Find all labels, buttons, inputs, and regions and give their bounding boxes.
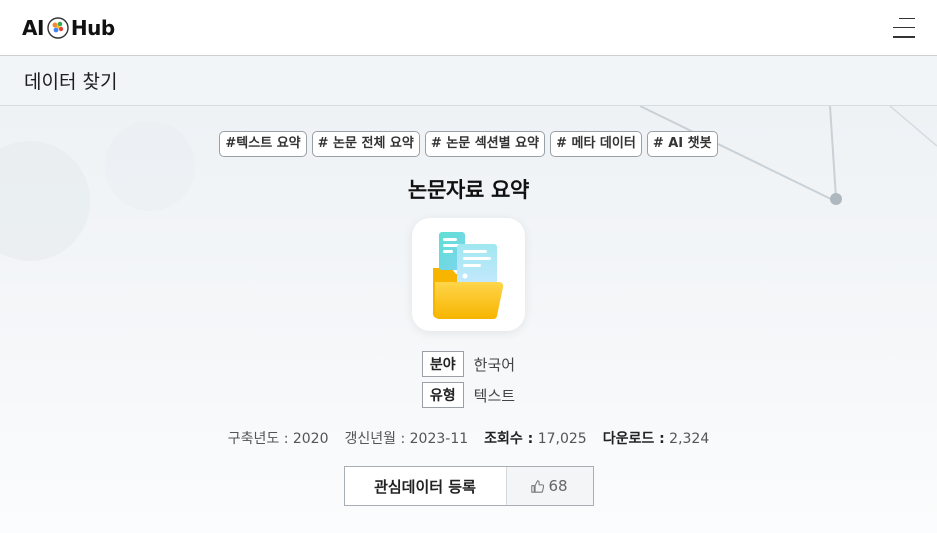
tag-list: #텍스트 요약 # 논문 전체 요약 # 논문 섹션별 요약 # 메타 데이터 … — [219, 131, 718, 157]
field-badge: 분야 — [421, 351, 464, 377]
logo-text-ai: AI — [22, 15, 44, 40]
type-value: 텍스트 — [473, 386, 516, 405]
dataset-detail: #텍스트 요약 # 논문 전체 요약 # 논문 섹션별 요약 # 메타 데이터 … — [0, 106, 937, 506]
dataset-icon-card — [412, 218, 525, 331]
tag-text-summary[interactable]: #텍스트 요약 — [219, 131, 307, 157]
views-stat: 조회수 : 17,025 — [484, 431, 587, 447]
hamburger-menu-icon[interactable] — [891, 17, 915, 38]
page-subheader: 데이터 찾기 — [0, 56, 937, 106]
type-badge: 유형 — [421, 382, 464, 408]
like-button[interactable]: 68 — [506, 467, 593, 505]
like-count: 68 — [548, 477, 568, 495]
register-favorite-button[interactable]: 관심데이터 등록 — [344, 467, 507, 505]
favorite-actions: 관심데이터 등록 68 — [343, 466, 594, 506]
dataset-stats: 구축년도 : 2020 갱신년월 : 2023-11 조회수 : 17,025 … — [228, 428, 710, 448]
type-row: 유형 텍스트 — [421, 382, 516, 408]
downloads-stat: 다운로드 : 2,324 — [602, 431, 710, 447]
tag-ai-chatbot[interactable]: # AI 챗봇 — [646, 131, 718, 157]
dataset-meta: 분야 한국어 유형 텍스트 — [421, 351, 516, 408]
field-value: 한국어 — [473, 355, 516, 374]
field-row: 분야 한국어 — [421, 351, 516, 377]
built-year-stat: 구축년도 : 2020 — [227, 431, 329, 447]
ai-hub-logo[interactable]: AI Hub — [22, 16, 115, 40]
dataset-hero: #텍스트 요약 # 논문 전체 요약 # 논문 섹션별 요약 # 메타 데이터 … — [0, 106, 937, 533]
folder-documents-icon — [432, 231, 503, 319]
thumbs-up-icon — [531, 479, 545, 493]
updated-stat: 갱신년월 : 2023-11 — [344, 431, 469, 447]
tag-metadata[interactable]: # 메타 데이터 — [550, 131, 642, 157]
top-navigation-bar: AI Hub — [0, 0, 937, 56]
logo-text-hub: Hub — [70, 15, 115, 40]
page-title: 데이터 찾기 — [24, 71, 118, 93]
tag-paper-section-summary[interactable]: # 논문 섹션별 요약 — [424, 131, 546, 157]
dataset-title: 논문자료 요약 — [407, 178, 530, 202]
tag-paper-full-summary[interactable]: # 논문 전체 요약 — [311, 131, 420, 157]
brain-logo-icon — [47, 16, 69, 39]
